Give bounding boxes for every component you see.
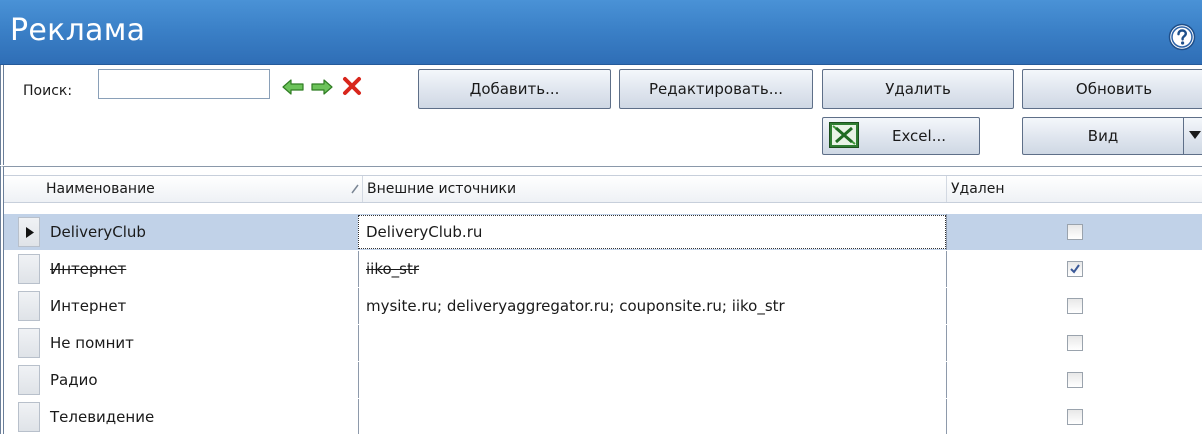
table-row[interactable]: Интернет mysite.ru; deliveryaggregator.r… (4, 288, 1202, 324)
refresh-button-label: Обновить (1075, 80, 1153, 98)
table-row[interactable]: Радио (4, 362, 1202, 398)
delete-button-label: Удалить (885, 80, 951, 98)
table-row[interactable]: DeliveryClub DeliveryClub.ru (4, 214, 1202, 250)
sort-icon (351, 184, 359, 194)
row-indicator[interactable] (18, 254, 40, 284)
excel-button[interactable]: Excel... (822, 117, 980, 155)
column-divider (358, 362, 359, 398)
column-divider (946, 214, 947, 250)
column-divider (358, 288, 359, 324)
dropdown-arrow-icon[interactable] (1189, 131, 1201, 139)
column-divider (358, 251, 359, 287)
row-indicator[interactable] (18, 217, 40, 247)
cell-name[interactable]: DeliveryClub (46, 214, 358, 250)
data-grid: Наименование Внешние источники Удален De… (0, 166, 1202, 434)
column-divider (946, 251, 947, 287)
deleted-checkbox[interactable] (1067, 298, 1083, 314)
table-row[interactable]: Не помнит (4, 325, 1202, 361)
row-indicator[interactable] (18, 328, 40, 358)
search-label: Поиск: (23, 83, 73, 99)
column-divider (946, 288, 947, 324)
column-header-name-label: Наименование (46, 181, 155, 197)
deleted-checkbox[interactable] (1067, 409, 1083, 425)
row-indicator[interactable] (18, 291, 40, 321)
view-button-label: Вид (1087, 127, 1119, 145)
title-bar: Реклама (0, 0, 1202, 65)
column-divider (946, 399, 947, 434)
delete-button[interactable]: Удалить (822, 69, 1014, 109)
arrow-left-icon[interactable] (282, 78, 304, 96)
excel-icon (829, 122, 859, 148)
cell-name[interactable]: Интернет (46, 251, 358, 287)
column-divider (946, 362, 947, 398)
arrow-right-icon[interactable] (311, 78, 333, 96)
cell-sources[interactable]: DeliveryClub.ru (362, 214, 946, 250)
column-divider (946, 325, 947, 361)
view-separator (1183, 118, 1184, 154)
toolbar: Поиск: Добавить... Редактировать... Удал… (0, 65, 1202, 165)
refresh-button[interactable]: Обновить (1022, 69, 1202, 109)
cell-sources[interactable] (362, 325, 946, 361)
column-header-sources-label: Внешние источники (367, 181, 517, 197)
deleted-checkbox[interactable] (1067, 224, 1083, 240)
cell-name[interactable]: Телевидение (46, 399, 358, 434)
table-row[interactable]: Телевидение (4, 399, 1202, 434)
view-button[interactable]: Вид (1022, 117, 1202, 155)
cell-sources[interactable]: mysite.ru; deliveryaggregator.ru; coupon… (362, 288, 946, 324)
cell-name[interactable]: Радио (46, 362, 358, 398)
column-header-deleted[interactable]: Удален (946, 176, 1202, 202)
table-row[interactable]: Интернет iiko_str (4, 251, 1202, 287)
deleted-checkbox[interactable] (1067, 261, 1083, 277)
grid-header: Наименование Внешние источники Удален (4, 175, 1202, 203)
column-header-name[interactable]: Наименование (42, 176, 359, 202)
add-button[interactable]: Добавить... (418, 69, 611, 109)
cell-name[interactable]: Интернет (46, 288, 358, 324)
current-row-arrow-icon (26, 227, 34, 238)
cell-name[interactable]: Не помнит (46, 325, 358, 361)
cell-sources[interactable]: iiko_str (362, 251, 946, 287)
deleted-checkbox[interactable] (1067, 335, 1083, 351)
edit-button-label: Редактировать... (649, 80, 783, 98)
column-header-sources[interactable]: Внешние источники (362, 176, 946, 202)
help-icon[interactable] (1168, 23, 1196, 51)
column-divider (358, 325, 359, 361)
row-indicator[interactable] (18, 365, 40, 395)
edit-button[interactable]: Редактировать... (619, 69, 813, 109)
deleted-checkbox[interactable] (1067, 372, 1083, 388)
checkmark-icon (1070, 264, 1080, 274)
row-indicator[interactable] (18, 402, 40, 432)
window-title: Реклама (10, 13, 146, 48)
column-header-deleted-label: Удален (951, 181, 1005, 197)
delete-x-icon[interactable] (342, 76, 362, 96)
advertising-window: Реклама Поиск: Добавить... Редактировать… (0, 0, 1202, 434)
cell-sources[interactable] (362, 399, 946, 434)
column-divider (358, 399, 359, 434)
add-button-label: Добавить... (469, 80, 560, 98)
cell-sources[interactable] (362, 362, 946, 398)
search-input[interactable] (98, 69, 270, 99)
